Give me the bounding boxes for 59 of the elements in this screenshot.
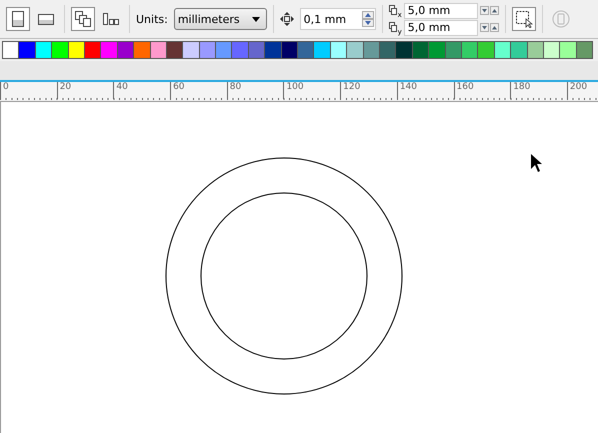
move-arrows-icon bbox=[280, 12, 294, 26]
duplicate-offset-icon bbox=[388, 22, 398, 33]
color-swatch[interactable] bbox=[576, 41, 594, 59]
color-swatch[interactable] bbox=[68, 41, 85, 59]
mouse-pointer-icon bbox=[531, 154, 542, 172]
nudge-field[interactable]: 0,1 mm bbox=[300, 8, 376, 30]
spin-up-button[interactable] bbox=[490, 23, 499, 32]
ruler-label: 80 bbox=[230, 82, 242, 92]
stacked-pages-icon bbox=[75, 11, 91, 27]
color-swatch[interactable] bbox=[559, 41, 577, 59]
color-swatch[interactable] bbox=[362, 41, 380, 59]
page-border-icon bbox=[552, 10, 570, 28]
color-swatch[interactable] bbox=[346, 41, 364, 59]
units-label: Units: bbox=[136, 12, 168, 26]
color-swatch[interactable] bbox=[150, 41, 167, 59]
color-swatch[interactable] bbox=[215, 41, 232, 59]
ruler-label: 20 bbox=[60, 82, 72, 92]
spin-up-button[interactable] bbox=[362, 11, 374, 19]
landscape-page-icon bbox=[38, 14, 54, 24]
color-swatch[interactable] bbox=[231, 41, 249, 59]
color-swatch[interactable] bbox=[313, 41, 331, 59]
spin-down-button[interactable] bbox=[480, 23, 489, 32]
all-pages-button[interactable] bbox=[71, 7, 95, 31]
duplicate-offset-icon bbox=[388, 5, 398, 16]
ruler-label: 160 bbox=[456, 82, 474, 92]
select-frame-button[interactable] bbox=[512, 7, 536, 31]
color-swatch[interactable] bbox=[297, 41, 314, 59]
select-frame-icon bbox=[514, 10, 533, 28]
color-swatch[interactable] bbox=[264, 41, 282, 59]
portrait-page-icon bbox=[12, 11, 24, 27]
ruler-label: 100 bbox=[286, 82, 304, 92]
page-row-icon bbox=[103, 13, 119, 25]
spin-down-button[interactable] bbox=[480, 6, 489, 15]
spin-down-button[interactable] bbox=[362, 19, 374, 27]
color-swatch[interactable] bbox=[51, 41, 69, 59]
caret-icon bbox=[252, 16, 260, 22]
color-swatch[interactable] bbox=[395, 41, 413, 59]
color-swatch[interactable] bbox=[18, 41, 36, 59]
color-swatch[interactable] bbox=[444, 41, 462, 59]
units-dropdown[interactable]: millimeters bbox=[174, 8, 267, 30]
ruler-label: 60 bbox=[173, 82, 185, 92]
duplicate-distance-field[interactable]: 5,0 mm bbox=[404, 20, 478, 36]
color-swatch[interactable] bbox=[182, 41, 200, 59]
color-swatch[interactable] bbox=[100, 41, 118, 59]
color-swatch[interactable] bbox=[2, 41, 20, 59]
duplicate-distance-field[interactable]: 5,0 mm bbox=[404, 2, 478, 18]
ruler-label: 0 bbox=[3, 82, 9, 92]
portrait-page-button[interactable] bbox=[6, 7, 30, 31]
ruler-label: 140 bbox=[400, 82, 417, 92]
color-swatch[interactable] bbox=[428, 41, 446, 59]
color-swatch[interactable] bbox=[477, 41, 495, 59]
ruler-label: 180 bbox=[513, 82, 530, 92]
color-swatch[interactable] bbox=[526, 41, 544, 59]
color-swatch[interactable] bbox=[133, 41, 151, 59]
spin-up-button[interactable] bbox=[490, 6, 499, 15]
ruler-label: 200 bbox=[570, 82, 588, 92]
ruler-label: 120 bbox=[343, 82, 360, 92]
ruler-label: 40 bbox=[116, 82, 128, 92]
color-swatch[interactable] bbox=[510, 41, 528, 59]
